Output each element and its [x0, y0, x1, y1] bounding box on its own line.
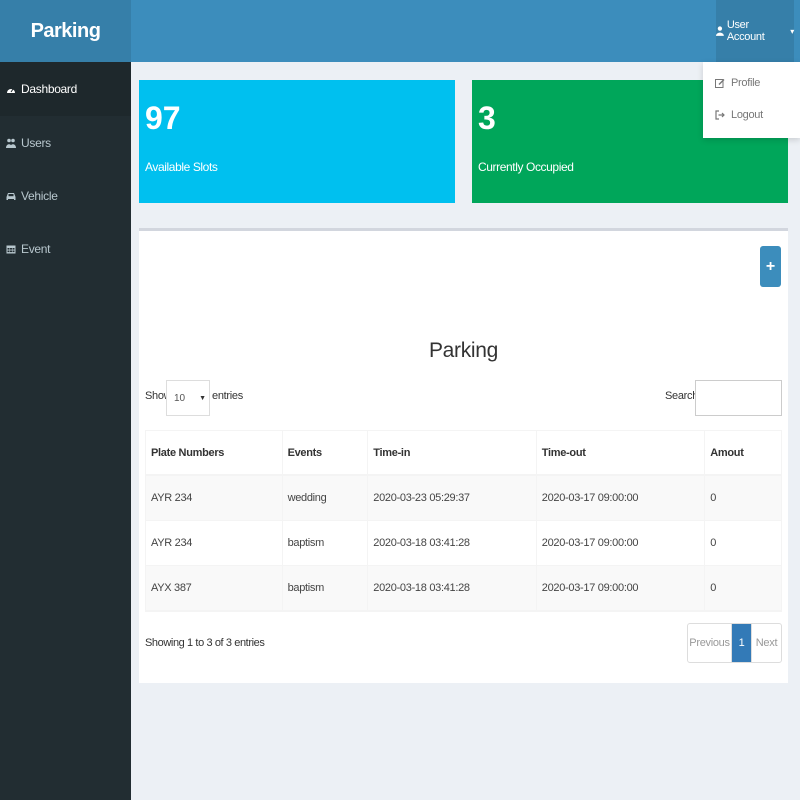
table-cell: 2020-03-23 05:29:37 [368, 476, 537, 520]
menu-item-label: Profile [731, 77, 761, 89]
sidebar: Dashboard Users Vehicle Event [0, 62, 131, 800]
table-cell: 2020-03-18 03:41:28 [368, 521, 537, 565]
page-1-button[interactable]: 1 [732, 624, 751, 662]
table-row: AYX 387 baptism 2020-03-18 03:41:28 2020… [146, 566, 781, 611]
brand-logo[interactable]: Parking [0, 0, 131, 62]
table-header-row: Plate Numbers Events Time-in Time-out Am… [146, 431, 781, 476]
top-navbar: Parking User Account ▾ [0, 0, 800, 62]
edit-icon [715, 79, 725, 88]
available-slots-value: 97 [145, 100, 181, 136]
available-slots-label: Available Slots [145, 160, 218, 174]
table-cell: baptism [283, 566, 369, 610]
sign-out-icon [715, 110, 725, 120]
chevron-down-icon: ▼ [199, 394, 206, 402]
menu-item-label: Logout [731, 109, 763, 121]
user-account-menu[interactable]: User Account ▾ [716, 0, 794, 62]
table-cell: 0 [710, 492, 717, 504]
table-cell: AYX 387 [146, 566, 283, 610]
users-icon [6, 138, 16, 148]
table-cell: AYR 234 [146, 521, 283, 565]
entries-select[interactable]: 10 ▼ [166, 380, 210, 416]
currently-occupied-value: 3 [478, 100, 496, 136]
entries-label: entries [212, 390, 243, 402]
available-slots-card: 97 Available Slots [139, 80, 455, 203]
add-parking-button[interactable]: + [760, 246, 781, 287]
table-row: AYR 234 baptism 2020-03-18 03:41:28 2020… [146, 521, 781, 566]
table-cell: 0 [710, 582, 717, 594]
pagination: Previous 1 Next [687, 623, 782, 663]
sidebar-item-label: Dashboard [21, 82, 78, 96]
column-header[interactable]: Plate Numbers [146, 431, 283, 474]
sidebar-item-users[interactable]: Users [0, 116, 131, 169]
column-header[interactable]: Time-out [537, 431, 706, 474]
user-account-label: User Account [726, 19, 765, 43]
user-icon [716, 26, 724, 36]
table-cell: 0 [710, 537, 717, 549]
table-cell: wedding [283, 476, 369, 520]
parking-table: Plate Numbers Events Time-in Time-out Am… [145, 430, 782, 612]
calendar-icon [6, 245, 16, 253]
table-row: AYR 234 wedding 2020-03-23 05:29:37 2020… [146, 476, 781, 521]
table-cell: baptism [283, 521, 369, 565]
column-header[interactable]: Time-in [368, 431, 537, 474]
next-page-button[interactable]: Next [751, 624, 781, 662]
sidebar-item-label: Vehicle [21, 188, 58, 203]
table-info: Showing 1 to 3 of 3 entries [145, 637, 265, 649]
sidebar-item-dashboard[interactable]: Dashboard [0, 62, 131, 116]
sidebar-item-label: Event [21, 241, 51, 256]
search-input[interactable] [695, 380, 782, 416]
table-cell: 2020-03-17 09:00:00 [537, 521, 706, 565]
sidebar-item-event[interactable]: Event [0, 222, 131, 275]
previous-page-button[interactable]: Previous [688, 624, 732, 662]
user-dropdown-menu: Profile Logout [703, 62, 800, 138]
column-header[interactable]: Events [283, 431, 369, 474]
caret-down-icon: ▾ [790, 26, 794, 36]
table-cell: 2020-03-17 09:00:00 [537, 566, 706, 610]
car-icon [6, 192, 16, 200]
entries-select-value: 10 [174, 392, 186, 404]
sidebar-item-vehicle[interactable]: Vehicle [0, 169, 131, 222]
parking-panel: + Parking Show 10 ▼ entries Search: Plat… [139, 228, 788, 683]
column-header[interactable]: Amout [705, 431, 781, 474]
table-cell: AYR 234 [146, 476, 283, 520]
dashboard-icon [7, 88, 15, 93]
table-cell: 2020-03-18 03:41:28 [368, 566, 537, 610]
table-cell: 2020-03-17 09:00:00 [537, 476, 706, 520]
sidebar-item-label: Users [21, 135, 51, 150]
currently-occupied-label: Currently Occupied [478, 160, 574, 174]
page-title: Parking [428, 339, 499, 362]
menu-item-profile[interactable]: Profile [715, 77, 760, 89]
menu-item-logout[interactable]: Logout [715, 109, 763, 121]
